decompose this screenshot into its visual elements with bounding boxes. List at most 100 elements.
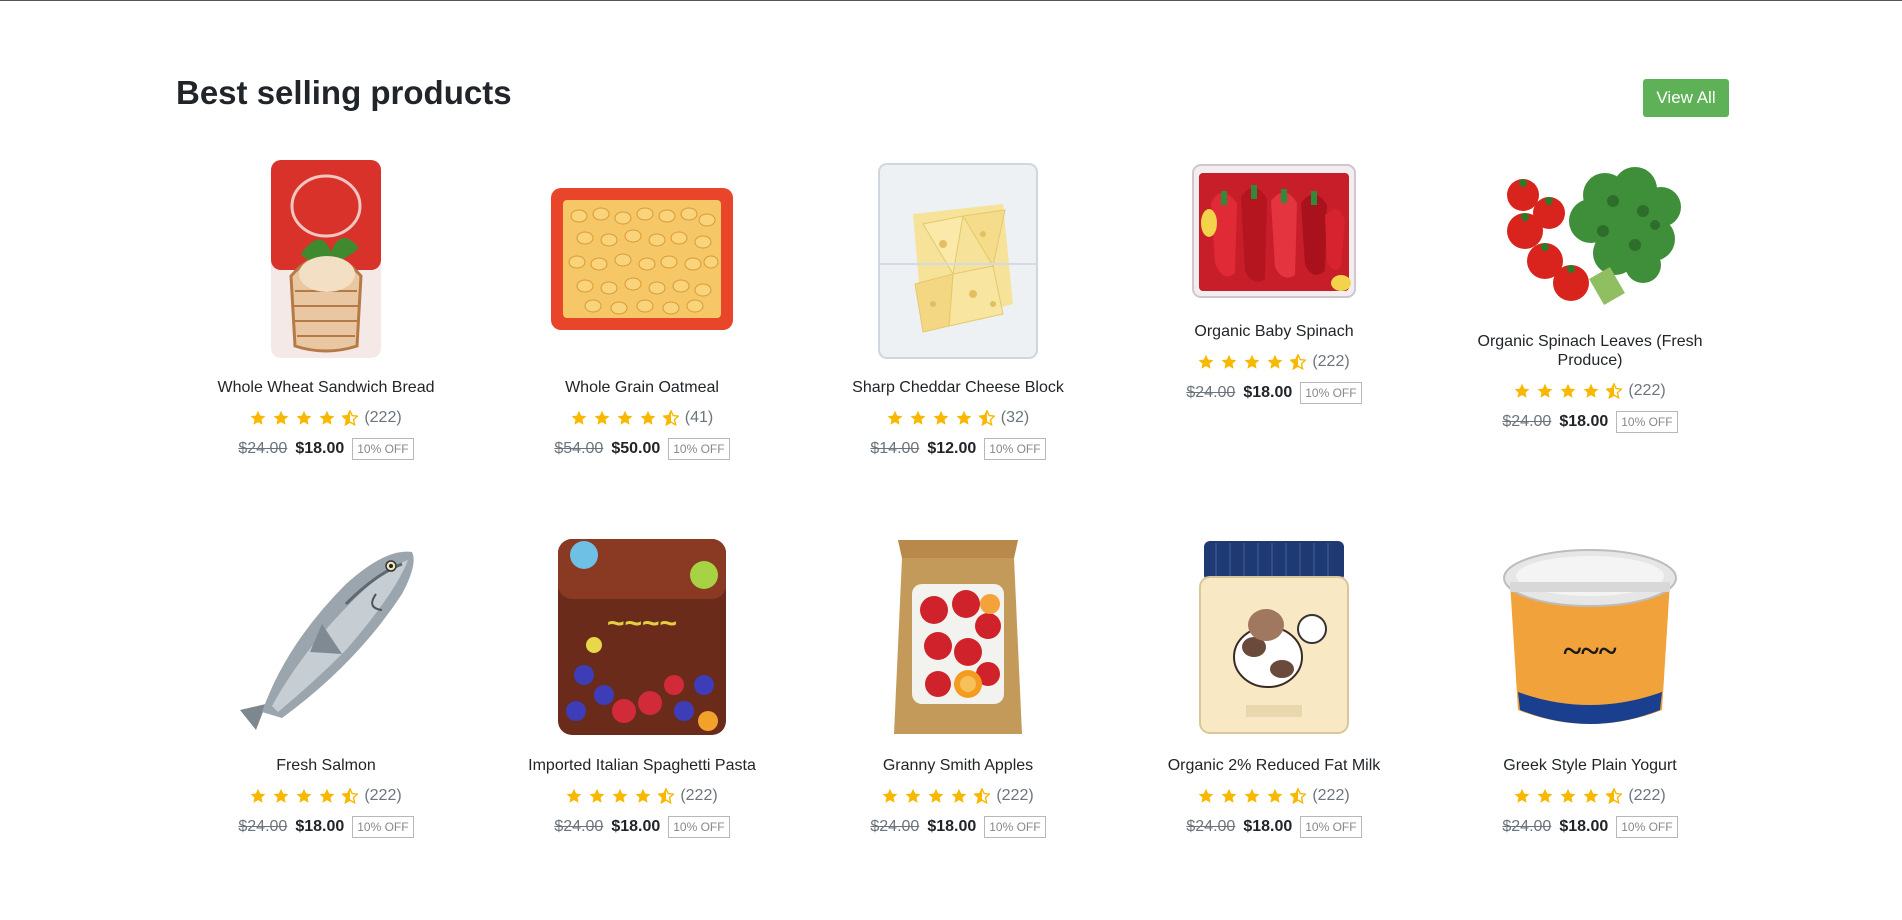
star-full-icon xyxy=(910,410,926,425)
product-card[interactable]: Fresh Salmon (222) $24.00 $18.00 10% OFF xyxy=(176,532,476,872)
yogurt-tub-image[interactable]: ~~~ xyxy=(1480,532,1700,742)
star-full-icon xyxy=(617,410,633,425)
view-all-button[interactable]: View All xyxy=(1643,79,1729,117)
product-rating: (41) xyxy=(492,408,792,428)
review-count: (222) xyxy=(1312,787,1350,804)
star-full-icon xyxy=(933,410,949,425)
star-full-icon xyxy=(1560,383,1576,398)
milk-jar-image[interactable] xyxy=(1164,532,1384,742)
star-full-icon xyxy=(1514,383,1530,398)
product-name[interactable]: Greek Style Plain Yogurt xyxy=(1440,756,1740,775)
product-rating: (222) xyxy=(1124,352,1424,372)
star-half-icon xyxy=(1290,788,1307,804)
product-rating: (222) xyxy=(1440,381,1740,401)
product-name[interactable]: Fresh Salmon xyxy=(176,756,476,775)
current-price: $18.00 xyxy=(611,818,661,835)
current-price: $18.00 xyxy=(1243,818,1293,835)
product-name[interactable]: Whole Wheat Sandwich Bread xyxy=(176,378,476,397)
price-row: $24.00 $18.00 10% OFF xyxy=(1440,411,1740,433)
star-half-icon xyxy=(662,410,679,426)
product-card[interactable]: Whole Grain Oatmeal (41) $54.00 $50.00 1… xyxy=(492,154,792,494)
product-card[interactable]: ~~~~ Imported Italian Spaghetti Pasta (2… xyxy=(492,532,792,872)
product-name[interactable]: Sharp Cheddar Cheese Block xyxy=(808,378,1108,397)
old-price: $24.00 xyxy=(554,818,604,835)
discount-badge: 10% OFF xyxy=(1300,816,1362,838)
current-price: $12.00 xyxy=(927,440,977,457)
star-full-icon xyxy=(1537,383,1553,398)
discount-badge: 10% OFF xyxy=(1300,382,1362,404)
old-price: $24.00 xyxy=(1502,413,1552,430)
review-count: (41) xyxy=(684,409,714,426)
product-name[interactable]: Organic Spinach Leaves (Fresh Produce) xyxy=(1440,332,1740,370)
berry-package-image[interactable]: ~~~~ xyxy=(532,532,752,742)
product-name[interactable]: Granny Smith Apples xyxy=(808,756,1108,775)
best-selling-section: Best selling products View All Whole Whe… xyxy=(176,0,1729,920)
oatmeal-tray-image[interactable] xyxy=(532,154,752,364)
rating-stars xyxy=(1198,354,1307,370)
broccoli-tomato-image[interactable] xyxy=(1480,154,1700,318)
star-full-icon xyxy=(1583,788,1599,803)
star-full-icon xyxy=(319,410,335,425)
discount-badge: 10% OFF xyxy=(1616,816,1678,838)
product-name[interactable]: Imported Italian Spaghetti Pasta xyxy=(492,756,792,775)
discount-badge: 10% OFF xyxy=(352,438,414,460)
fish-image[interactable] xyxy=(216,532,436,742)
old-price: $24.00 xyxy=(1502,818,1552,835)
star-full-icon xyxy=(951,788,967,803)
product-name[interactable]: Organic 2% Reduced Fat Milk xyxy=(1124,756,1424,775)
rating-stars xyxy=(571,410,679,426)
rating-stars xyxy=(1514,788,1623,804)
product-card[interactable]: Sharp Cheddar Cheese Block (32) $14.00 $… xyxy=(808,154,1108,494)
review-count: (32) xyxy=(1000,409,1030,426)
discount-badge: 10% OFF xyxy=(984,816,1046,838)
star-full-icon xyxy=(1560,788,1576,803)
product-card[interactable]: Organic 2% Reduced Fat Milk (222) $24.00… xyxy=(1124,532,1424,872)
discount-badge: 10% OFF xyxy=(668,816,730,838)
svg-text:~~~~: ~~~~ xyxy=(607,607,677,640)
old-price: $24.00 xyxy=(238,818,288,835)
star-full-icon xyxy=(296,410,312,425)
star-half-icon xyxy=(342,410,359,426)
review-count: (222) xyxy=(996,787,1034,804)
cheese-bag-image[interactable] xyxy=(848,154,1068,364)
star-half-icon xyxy=(1290,354,1307,370)
price-row: $24.00 $18.00 10% OFF xyxy=(176,816,476,838)
price-row: $24.00 $18.00 10% OFF xyxy=(176,438,476,460)
product-card[interactable]: Whole Wheat Sandwich Bread (222) $24.00 … xyxy=(176,154,476,494)
review-count: (222) xyxy=(1628,787,1666,804)
star-full-icon xyxy=(319,788,335,803)
old-price: $14.00 xyxy=(870,440,920,457)
product-rating: (222) xyxy=(492,786,792,806)
review-count: (222) xyxy=(364,787,402,804)
product-rating: (222) xyxy=(1440,786,1740,806)
product-card[interactable]: Organic Baby Spinach (222) $24.00 $18.00… xyxy=(1124,154,1424,494)
fruit-bag-image[interactable] xyxy=(848,532,1068,742)
price-row: $24.00 $18.00 10% OFF xyxy=(1124,382,1424,404)
product-card[interactable]: Granny Smith Apples (222) $24.00 $18.00 … xyxy=(808,532,1108,872)
discount-badge: 10% OFF xyxy=(668,438,730,460)
star-full-icon xyxy=(1583,383,1599,398)
current-price: $18.00 xyxy=(1559,818,1609,835)
rating-stars xyxy=(1514,383,1623,399)
star-full-icon xyxy=(612,788,628,803)
price-row: $24.00 $18.00 10% OFF xyxy=(1124,816,1424,838)
price-row: $24.00 $18.00 10% OFF xyxy=(1440,816,1740,838)
rating-stars xyxy=(250,410,359,426)
star-full-icon xyxy=(1198,354,1214,369)
product-card[interactable]: Organic Spinach Leaves (Fresh Produce) (… xyxy=(1440,154,1740,494)
product-name[interactable]: Whole Grain Oatmeal xyxy=(492,378,792,397)
bread-bag-image[interactable] xyxy=(216,154,436,364)
star-full-icon xyxy=(273,410,289,425)
current-price: $18.00 xyxy=(1559,413,1609,430)
product-name[interactable]: Organic Baby Spinach xyxy=(1124,322,1424,341)
product-card[interactable]: ~~~ Greek Style Plain Yogurt (222) $24.0… xyxy=(1440,532,1740,872)
star-full-icon xyxy=(1221,354,1237,369)
svg-text:~~~: ~~~ xyxy=(1563,633,1616,670)
star-full-icon xyxy=(1537,788,1553,803)
star-full-icon xyxy=(905,788,921,803)
old-price: $24.00 xyxy=(1186,818,1236,835)
star-full-icon xyxy=(250,788,266,803)
review-count: (222) xyxy=(364,409,402,426)
pepper-bag-image[interactable] xyxy=(1164,154,1384,308)
current-price: $18.00 xyxy=(295,818,345,835)
